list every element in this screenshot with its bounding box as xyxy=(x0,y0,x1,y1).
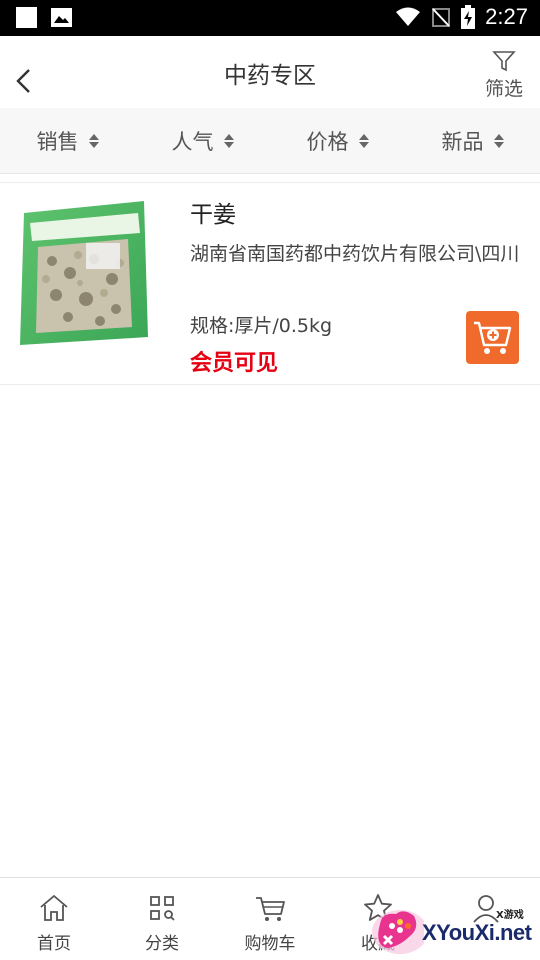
sort-sales[interactable]: 销售 xyxy=(0,108,135,173)
funnel-icon xyxy=(492,51,516,72)
herb-package-image[interactable] xyxy=(16,199,150,349)
tab-label: 购物车 xyxy=(244,934,296,954)
tab-cart[interactable]: 购物车 xyxy=(216,878,324,960)
sort-label: 新品 xyxy=(441,129,484,154)
no-signal-icon xyxy=(432,8,451,27)
sort-arrows-icon xyxy=(493,133,504,148)
filter-button[interactable]: 筛选 xyxy=(482,50,526,100)
square-icon xyxy=(16,7,37,28)
product-spec: 规格:厚片/0.5kg xyxy=(190,315,333,337)
status-bar: 2:27 xyxy=(0,0,540,36)
sort-label: 价格 xyxy=(306,129,349,154)
home-icon xyxy=(40,894,68,921)
watermark: X游戏 XYouXi.net xyxy=(370,898,540,960)
sort-label: 人气 xyxy=(171,129,214,154)
product-list-item[interactable]: 干姜 湖南省南国药都中药饮片有限公司\四川 规格:厚片/0.5kg 会员可见 xyxy=(0,182,540,385)
add-to-cart-button[interactable] xyxy=(466,311,519,364)
gamepad-logo-icon xyxy=(372,910,424,954)
battery-charging-icon xyxy=(461,5,476,29)
header: 中药专区 筛选 xyxy=(0,36,540,108)
cart-icon xyxy=(256,897,285,921)
product-price: 会员可见 xyxy=(190,351,279,376)
product-supplier: 湖南省南国药都中药饮片有限公司\四川 xyxy=(190,243,520,265)
watermark-text: XYouXi.net xyxy=(422,920,532,945)
sort-arrows-icon xyxy=(358,133,369,148)
wifi-icon xyxy=(396,7,421,26)
sort-bar: 销售 人气 价格 新品 xyxy=(0,108,540,174)
tab-label: 首页 xyxy=(37,934,71,954)
sort-popularity[interactable]: 人气 xyxy=(135,108,270,173)
page-title: 中药专区 xyxy=(224,63,316,89)
product-name: 干姜 xyxy=(190,202,236,228)
add-to-cart-icon xyxy=(474,321,512,354)
status-time: 2:27 xyxy=(485,4,528,29)
category-icon xyxy=(150,896,175,921)
sort-arrows-icon xyxy=(223,133,234,148)
image-icon xyxy=(51,8,72,27)
sort-price[interactable]: 价格 xyxy=(270,108,405,173)
sort-arrows-icon xyxy=(88,133,99,148)
tab-category[interactable]: 分类 xyxy=(108,878,216,960)
filter-label: 筛选 xyxy=(484,78,523,100)
tab-home[interactable]: 首页 xyxy=(0,878,108,960)
watermark-small-text: X游戏 xyxy=(496,910,524,921)
tab-label: 分类 xyxy=(145,934,179,954)
sort-label: 销售 xyxy=(36,129,79,154)
sort-new[interactable]: 新品 xyxy=(405,108,540,173)
